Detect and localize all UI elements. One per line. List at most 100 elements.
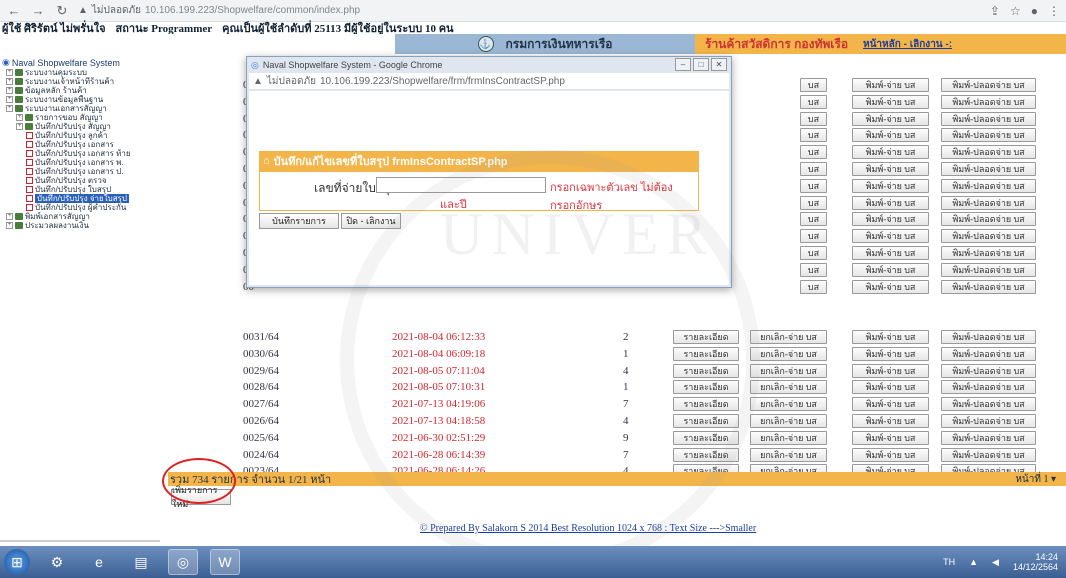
language-indicator[interactable]: TH: [943, 557, 955, 567]
print-pay-button[interactable]: พิมพ์-จ่าย บส: [852, 346, 929, 361]
expand-icon[interactable]: +: [6, 222, 13, 229]
print-release-button[interactable]: พิมพ์-ปลอดจ่าย บส: [941, 128, 1036, 143]
sidebar-item[interactable]: + ระบบงานเจ้าหน้าที่ร้านค้า: [2, 77, 168, 86]
app-icon[interactable]: ⚙: [42, 549, 72, 575]
print-release-button[interactable]: พิมพ์-ปลอดจ่าย บส: [941, 178, 1036, 193]
detail-button[interactable]: รายละเอียด: [673, 414, 739, 428]
chrome-taskbar-icon[interactable]: ◎: [168, 549, 198, 575]
print-release-button[interactable]: พิมพ์-ปลอดจ่าย บส: [941, 447, 1036, 462]
print-pay-button[interactable]: พิมพ์-จ่าย บส: [852, 229, 929, 244]
cancel-pay-button[interactable]: ยกเลิก-จ่าย บส: [750, 397, 827, 412]
profile-icon[interactable]: ●: [1031, 4, 1038, 18]
detail-button[interactable]: รายละเอียด: [673, 447, 739, 462]
cancel-pay-button[interactable]: บส: [800, 78, 827, 92]
cancel-pay-button[interactable]: บส: [800, 128, 827, 143]
print-pay-button[interactable]: พิมพ์-จ่าย บส: [852, 111, 929, 126]
sidebar-item[interactable]: + ระบบงานข้อมูลพื้นฐาน: [2, 95, 168, 104]
sidebar-item[interactable]: บันทึก/ปรับปรุง เอกสาร พ.: [2, 158, 168, 167]
detail-button[interactable]: รายละเอียด: [673, 380, 739, 395]
cancel-pay-button[interactable]: บส: [800, 94, 827, 109]
footer-credit[interactable]: © Prepared By Salakorn S 2014 Best Resol…: [420, 523, 756, 534]
expand-icon[interactable]: +: [16, 123, 23, 130]
print-release-button[interactable]: พิมพ์-ปลอดจ่าย บส: [941, 111, 1036, 126]
print-pay-button[interactable]: พิมพ์-จ่าย บส: [852, 195, 929, 210]
sidebar-item[interactable]: + รายการขอบ สัญญา: [2, 113, 168, 122]
print-pay-button[interactable]: พิมพ์-จ่าย บส: [852, 447, 929, 462]
menu-icon[interactable]: ⋮: [1048, 4, 1060, 18]
clock[interactable]: 14:24 14/12/2564: [1013, 552, 1058, 572]
print-release-button[interactable]: พิมพ์-ปลอดจ่าย บส: [941, 229, 1036, 244]
detail-button[interactable]: รายละเอียด: [673, 330, 739, 344]
sidebar-item[interactable]: บันทึก/ปรับปรุง ลูกค้า: [2, 131, 168, 140]
start-button[interactable]: ⊞: [4, 549, 30, 575]
cancel-pay-button[interactable]: บส: [800, 162, 827, 176]
print-release-button[interactable]: พิมพ์-ปลอดจ่าย บส: [941, 414, 1036, 428]
detail-button[interactable]: รายละเอียด: [673, 346, 739, 361]
expand-icon[interactable]: +: [6, 96, 13, 103]
sidebar-item[interactable]: บันทึก/ปรับปรุง เอกสาร: [2, 140, 168, 149]
print-release-button[interactable]: พิมพ์-ปลอดจ่าย บส: [941, 363, 1036, 378]
sidebar-item[interactable]: + พิมพ์เอกสารสัญญา: [2, 212, 168, 221]
print-release-button[interactable]: พิมพ์-ปลอดจ่าย บส: [941, 380, 1036, 395]
print-pay-button[interactable]: พิมพ์-จ่าย บส: [852, 279, 929, 294]
address-bar[interactable]: ▲ ไม่ปลอดภัย 10.106.199.223/Shopwelfare/…: [78, 3, 982, 18]
logout-link[interactable]: หน้าหลัก - เลิกงาน -:: [863, 37, 952, 52]
cancel-pay-button[interactable]: บส: [800, 178, 827, 193]
maximize-icon[interactable]: □: [693, 58, 709, 71]
expand-icon[interactable]: +: [6, 213, 13, 220]
cancel-pay-button[interactable]: บส: [800, 246, 827, 260]
print-pay-button[interactable]: พิมพ์-จ่าย บส: [852, 212, 929, 227]
print-pay-button[interactable]: พิมพ์-จ่าย บส: [852, 162, 929, 176]
ie-icon[interactable]: e: [84, 549, 114, 575]
sidebar-item[interactable]: + ระบบงานเอกสารสัญญา: [2, 104, 168, 113]
expand-icon[interactable]: +: [6, 69, 13, 76]
print-pay-button[interactable]: พิมพ์-จ่าย บส: [852, 397, 929, 412]
close-button[interactable]: ปิด - เลิกงาน: [341, 213, 401, 229]
print-release-button[interactable]: พิมพ์-ปลอดจ่าย บส: [941, 162, 1036, 176]
print-pay-button[interactable]: พิมพ์-จ่าย บส: [852, 330, 929, 344]
print-release-button[interactable]: พิมพ์-ปลอดจ่าย บส: [941, 145, 1036, 160]
print-release-button[interactable]: พิมพ์-ปลอดจ่าย บส: [941, 78, 1036, 92]
detail-button[interactable]: รายละเอียด: [673, 363, 739, 378]
print-pay-button[interactable]: พิมพ์-จ่าย บส: [852, 380, 929, 395]
save-button[interactable]: บันทึกรายการ: [259, 213, 339, 229]
sidebar-item[interactable]: บันทึก/ปรับปรุง เอกสาร ป.: [2, 167, 168, 176]
sidebar-item[interactable]: บันทึก/ปรับปรุง ใบสรุป: [2, 185, 168, 194]
cancel-pay-button[interactable]: บส: [800, 279, 827, 294]
print-release-button[interactable]: พิมพ์-ปลอดจ่าย บส: [941, 346, 1036, 361]
print-release-button[interactable]: พิมพ์-ปลอดจ่าย บส: [941, 262, 1036, 277]
print-pay-button[interactable]: พิมพ์-จ่าย บส: [852, 246, 929, 260]
forward-icon[interactable]: →: [30, 3, 46, 19]
cancel-pay-button[interactable]: บส: [800, 111, 827, 126]
cancel-pay-button[interactable]: บส: [800, 262, 827, 277]
cancel-pay-button[interactable]: ยกเลิก-จ่าย บส: [750, 330, 827, 344]
cancel-pay-button[interactable]: ยกเลิก-จ่าย บส: [750, 363, 827, 378]
print-pay-button[interactable]: พิมพ์-จ่าย บส: [852, 178, 929, 193]
word-icon[interactable]: W: [210, 549, 240, 575]
sidebar-item[interactable]: บันทึก/ปรับปรุง ผู้ค้ำประกัน: [2, 203, 168, 212]
close-icon[interactable]: ✕: [711, 58, 727, 71]
sidebar-item[interactable]: บันทึก/ปรับปรุง ตรวจ: [2, 176, 168, 185]
cancel-pay-button[interactable]: ยกเลิก-จ่าย บส: [750, 346, 827, 361]
print-pay-button[interactable]: พิมพ์-จ่าย บส: [852, 414, 929, 428]
print-release-button[interactable]: พิมพ์-ปลอดจ่าย บส: [941, 397, 1036, 412]
cancel-pay-button[interactable]: บส: [800, 229, 827, 244]
print-release-button[interactable]: พิมพ์-ปลอดจ่าย บส: [941, 94, 1036, 109]
back-icon[interactable]: ←: [6, 3, 22, 19]
cancel-pay-button[interactable]: ยกเลิก-จ่าย บส: [750, 430, 827, 445]
sidebar-item[interactable]: + ข้อมูลหลัก ร้านค้า: [2, 86, 168, 95]
expand-icon[interactable]: +: [6, 78, 13, 85]
popup-address-bar[interactable]: ▲ ไม่ปลอดภัย 10.106.199.223/Shopwelfare/…: [249, 73, 729, 89]
print-release-button[interactable]: พิมพ์-ปลอดจ่าย บส: [941, 246, 1036, 260]
detail-button[interactable]: รายละเอียด: [673, 397, 739, 412]
print-pay-button[interactable]: พิมพ์-จ่าย บส: [852, 94, 929, 109]
sidebar-item[interactable]: + บันทึก/ปรับปรุง สัญญา: [2, 122, 168, 131]
print-release-button[interactable]: พิมพ์-ปลอดจ่าย บส: [941, 212, 1036, 227]
volume-icon[interactable]: ◀: [992, 557, 999, 568]
print-pay-button[interactable]: พิมพ์-จ่าย บส: [852, 78, 929, 92]
sidebar-item[interactable]: บันทึก/ปรับปรุง เอกสาร ท้าย: [2, 149, 168, 158]
cancel-pay-button[interactable]: ยกเลิก-จ่าย บส: [750, 447, 827, 462]
page-select[interactable]: หน้าที่ 1 ▾: [1015, 472, 1056, 487]
expand-icon[interactable]: +: [16, 114, 23, 121]
detail-button[interactable]: รายละเอียด: [673, 430, 739, 445]
